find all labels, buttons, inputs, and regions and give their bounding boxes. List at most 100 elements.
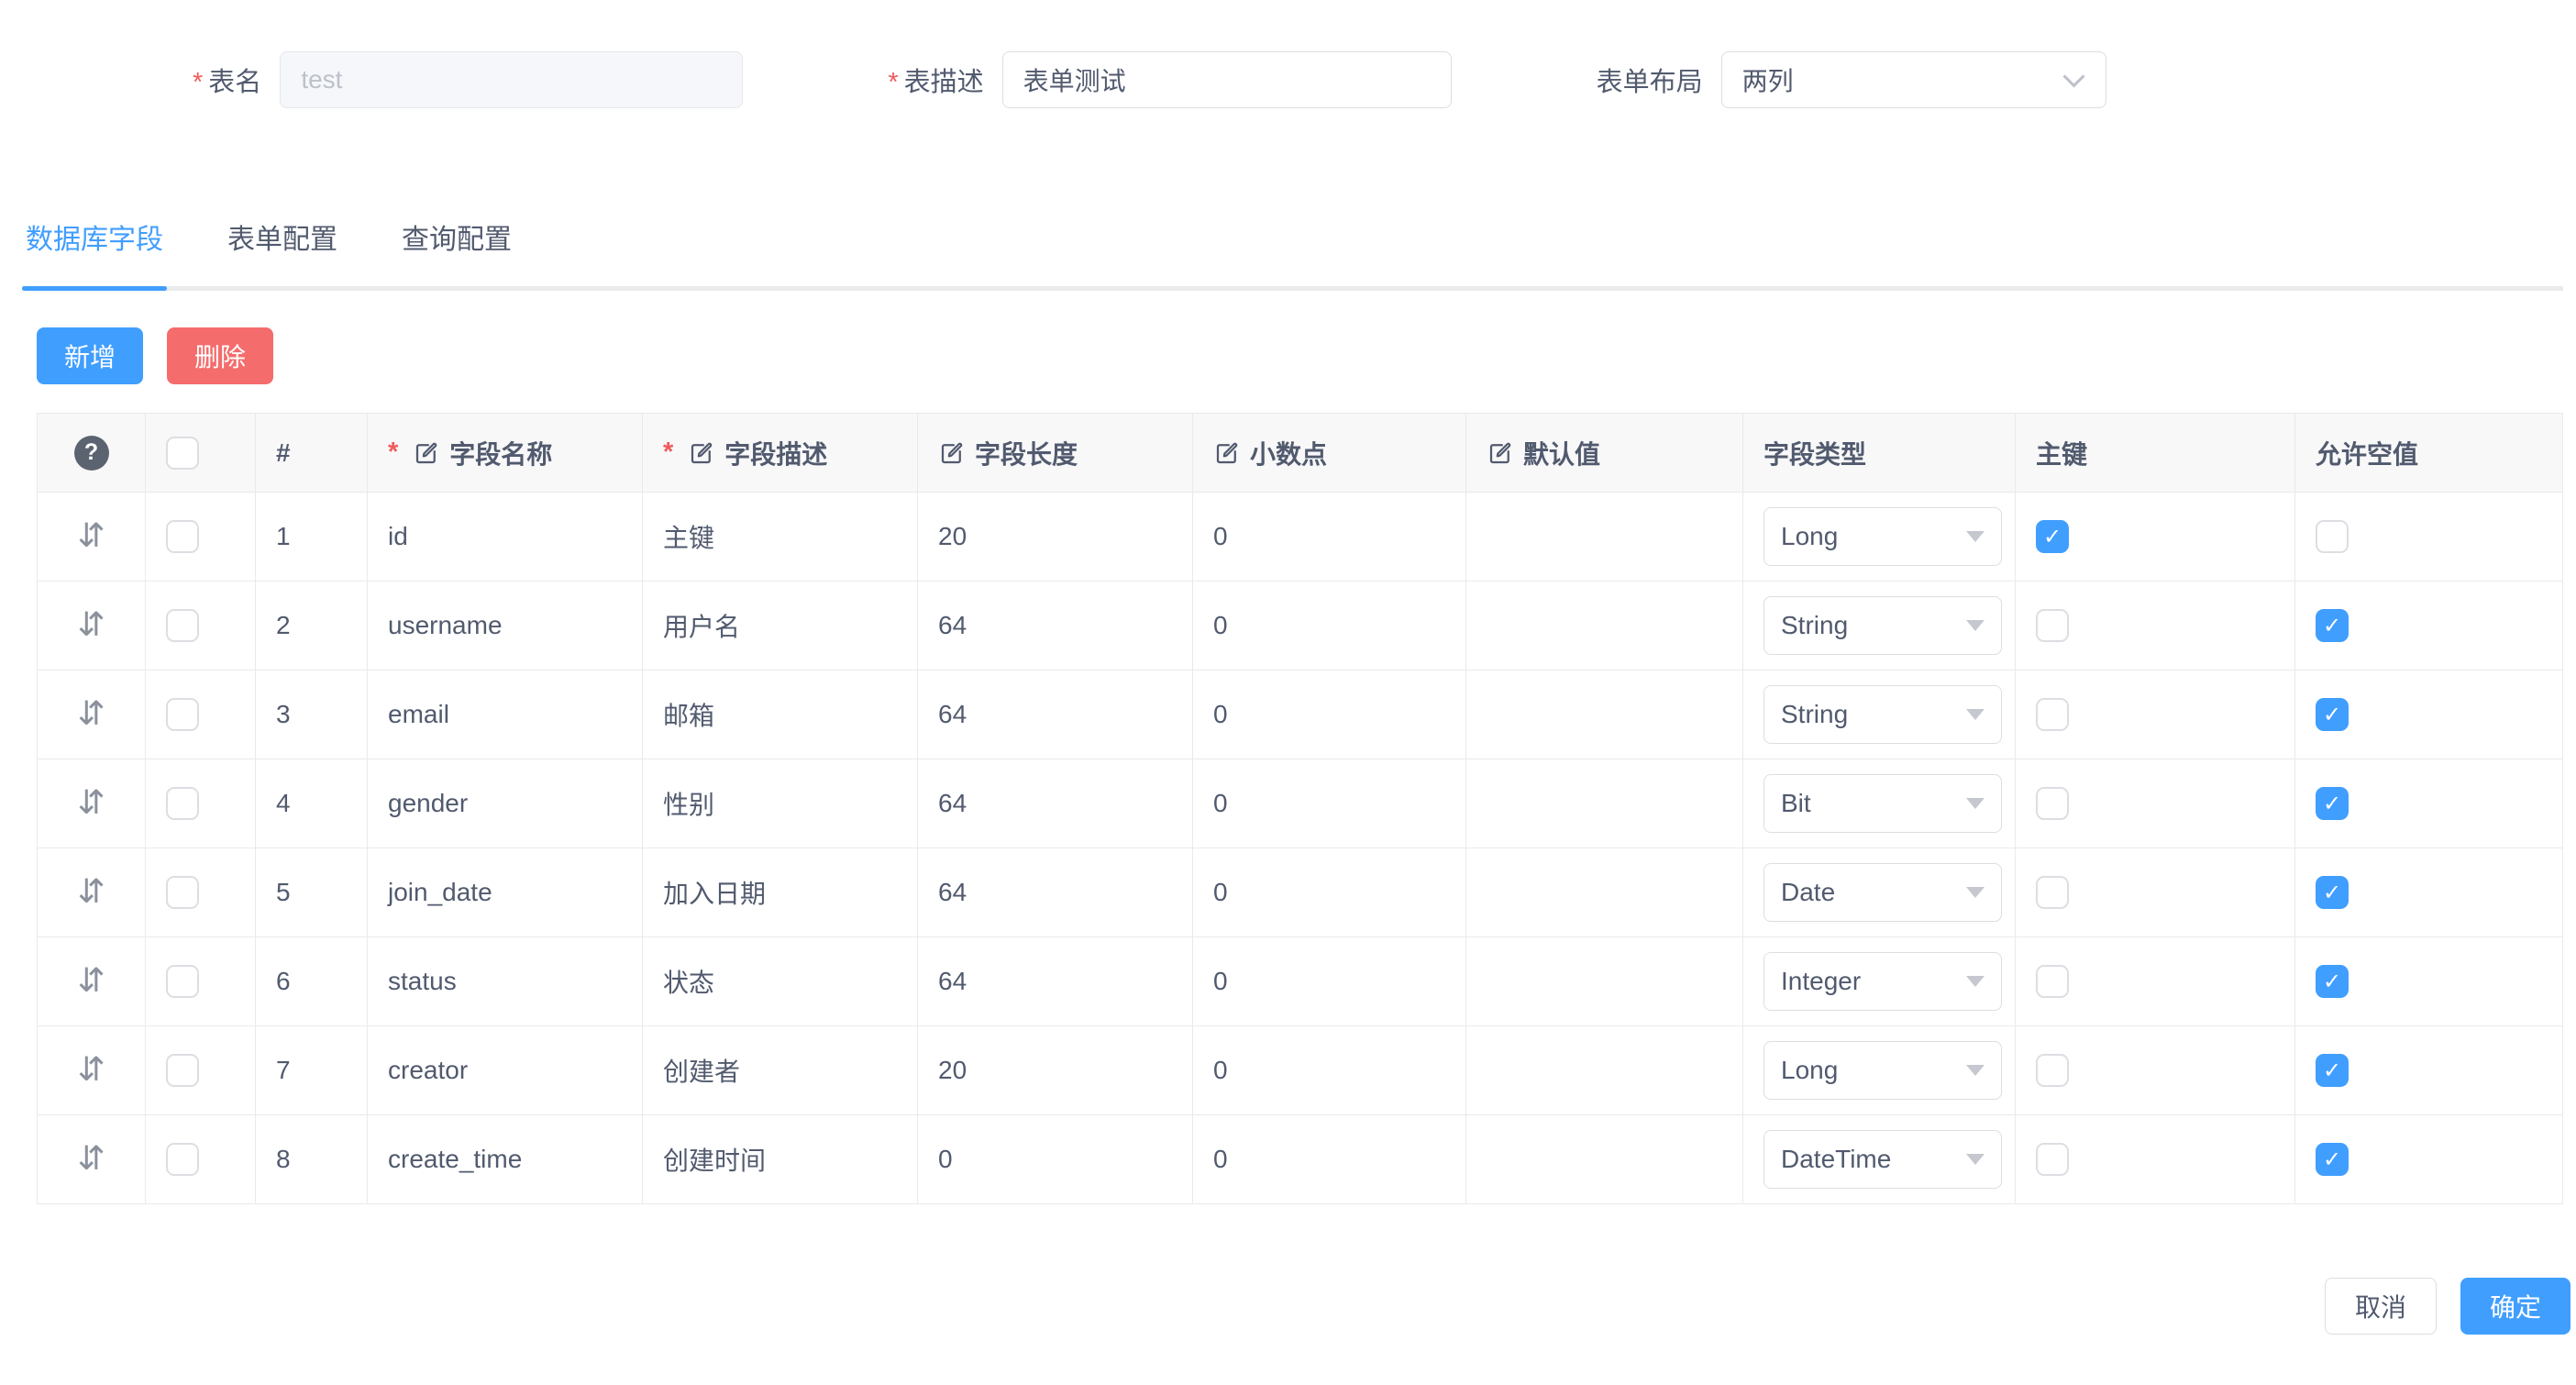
drag-handle-icon[interactable] xyxy=(77,695,105,733)
pk-checkbox[interactable] xyxy=(2036,1143,2069,1176)
edit-icon xyxy=(413,439,440,467)
drag-handle-icon[interactable] xyxy=(77,517,105,555)
pk-checkbox[interactable] xyxy=(2036,876,2069,909)
row-select-checkbox[interactable] xyxy=(166,965,199,998)
field-length-cell[interactable]: 20 xyxy=(918,493,1193,582)
field-name-cell[interactable]: email xyxy=(368,670,643,759)
nullable-checkbox[interactable] xyxy=(2316,787,2349,820)
decimal-cell[interactable]: 0 xyxy=(1193,759,1466,848)
nullable-checkbox[interactable] xyxy=(2316,965,2349,998)
field-type-select[interactable]: Bit xyxy=(1763,774,2002,833)
add-button[interactable]: 新增 xyxy=(37,327,143,384)
tab-query-config[interactable]: 查询配置 xyxy=(398,216,515,286)
field-length-cell[interactable]: 64 xyxy=(918,670,1193,759)
field-desc-cell[interactable]: 状态 xyxy=(643,937,918,1026)
cancel-button[interactable]: 取消 xyxy=(2325,1278,2437,1335)
default-value-cell[interactable] xyxy=(1466,582,1743,670)
caret-down-icon xyxy=(1966,1065,1985,1076)
field-desc-cell[interactable]: 性别 xyxy=(643,759,918,848)
nullable-checkbox[interactable] xyxy=(2316,1054,2349,1087)
drag-handle-icon[interactable] xyxy=(77,606,105,644)
field-type-select[interactable]: String xyxy=(1763,685,2002,744)
field-length-cell[interactable]: 64 xyxy=(918,848,1193,937)
row-select-checkbox[interactable] xyxy=(166,876,199,909)
pk-checkbox[interactable] xyxy=(2036,787,2069,820)
tab-database-fields[interactable]: 数据库字段 xyxy=(22,216,167,286)
field-type-select[interactable]: DateTime xyxy=(1763,1130,2002,1189)
nullable-checkbox[interactable] xyxy=(2316,876,2349,909)
field-desc-cell[interactable]: 创建时间 xyxy=(643,1115,918,1204)
field-type-select[interactable]: Long xyxy=(1763,1041,2002,1100)
decimal-cell[interactable]: 0 xyxy=(1193,493,1466,582)
field-desc-cell[interactable]: 创建者 xyxy=(643,1026,918,1115)
pk-checkbox[interactable] xyxy=(2036,609,2069,642)
field-name-cell[interactable]: join_date xyxy=(368,848,643,937)
decimal-cell[interactable]: 0 xyxy=(1193,937,1466,1026)
pk-checkbox[interactable] xyxy=(2036,1054,2069,1087)
table-desc-label: 表描述 xyxy=(888,61,983,99)
drag-handle-icon[interactable] xyxy=(77,873,105,911)
field-length-cell[interactable]: 64 xyxy=(918,937,1193,1026)
field-type-select[interactable]: Long xyxy=(1763,507,2002,566)
drag-handle-icon[interactable] xyxy=(77,1140,105,1178)
decimal-cell[interactable]: 0 xyxy=(1193,582,1466,670)
drag-handle-icon[interactable] xyxy=(77,784,105,822)
row-select-checkbox[interactable] xyxy=(166,609,199,642)
default-value-cell[interactable] xyxy=(1466,759,1743,848)
field-length-cell[interactable]: 64 xyxy=(918,582,1193,670)
table-name-input[interactable] xyxy=(280,51,743,108)
nullable-checkbox[interactable] xyxy=(2316,520,2349,553)
question-icon[interactable] xyxy=(74,436,109,471)
field-desc-cell[interactable]: 加入日期 xyxy=(643,848,918,937)
field-name-cell[interactable]: creator xyxy=(368,1026,643,1115)
pk-checkbox[interactable] xyxy=(2036,520,2069,553)
fields-table-body: 1 id 主键 20 0 Long 2 username 用户名 64 0 St… xyxy=(38,493,2563,1204)
pk-checkbox[interactable] xyxy=(2036,698,2069,731)
field-desc-cell[interactable]: 主键 xyxy=(643,493,918,582)
header-index: # xyxy=(256,414,368,493)
field-desc-cell[interactable]: 用户名 xyxy=(643,582,918,670)
field-name-cell[interactable]: status xyxy=(368,937,643,1026)
default-value-cell[interactable] xyxy=(1466,1026,1743,1115)
row-select-checkbox[interactable] xyxy=(166,520,199,553)
default-value-cell[interactable] xyxy=(1466,1115,1743,1204)
field-type-select[interactable]: Date xyxy=(1763,863,2002,922)
chevron-down-icon xyxy=(2062,65,2084,87)
delete-button[interactable]: 删除 xyxy=(167,327,273,384)
nullable-checkbox[interactable] xyxy=(2316,1143,2349,1176)
nullable-checkbox[interactable] xyxy=(2316,609,2349,642)
nullable-checkbox[interactable] xyxy=(2316,698,2349,731)
row-select-checkbox[interactable] xyxy=(166,1054,199,1087)
default-value-cell[interactable] xyxy=(1466,937,1743,1026)
row-select-checkbox[interactable] xyxy=(166,1143,199,1176)
field-name-cell[interactable]: username xyxy=(368,582,643,670)
field-name-cell[interactable]: create_time xyxy=(368,1115,643,1204)
tab-form-config[interactable]: 表单配置 xyxy=(224,216,341,286)
field-desc-cell[interactable]: 邮箱 xyxy=(643,670,918,759)
row-select-checkbox[interactable] xyxy=(166,787,199,820)
confirm-button[interactable]: 确定 xyxy=(2460,1278,2570,1335)
row-select-checkbox[interactable] xyxy=(166,698,199,731)
field-type-value: String xyxy=(1781,700,1848,729)
field-length-cell[interactable]: 64 xyxy=(918,759,1193,848)
decimal-cell[interactable]: 0 xyxy=(1193,1115,1466,1204)
decimal-cell[interactable]: 0 xyxy=(1193,670,1466,759)
field-type-select[interactable]: String xyxy=(1763,596,2002,655)
table-header-row: # 字段名称 字段描述 字段长度 xyxy=(38,414,2563,493)
default-value-cell[interactable] xyxy=(1466,670,1743,759)
decimal-cell[interactable]: 0 xyxy=(1193,1026,1466,1115)
field-length-cell[interactable]: 20 xyxy=(918,1026,1193,1115)
drag-handle-icon[interactable] xyxy=(77,1051,105,1089)
select-all-checkbox[interactable] xyxy=(166,437,199,470)
pk-checkbox[interactable] xyxy=(2036,965,2069,998)
field-name-cell[interactable]: id xyxy=(368,493,643,582)
default-value-cell[interactable] xyxy=(1466,493,1743,582)
field-length-cell[interactable]: 0 xyxy=(918,1115,1193,1204)
decimal-cell[interactable]: 0 xyxy=(1193,848,1466,937)
field-type-select[interactable]: Integer xyxy=(1763,952,2002,1011)
default-value-cell[interactable] xyxy=(1466,848,1743,937)
table-desc-input[interactable] xyxy=(1002,51,1452,108)
drag-handle-icon[interactable] xyxy=(77,962,105,1000)
form-layout-select[interactable]: 两列 xyxy=(1721,51,2106,108)
field-name-cell[interactable]: gender xyxy=(368,759,643,848)
